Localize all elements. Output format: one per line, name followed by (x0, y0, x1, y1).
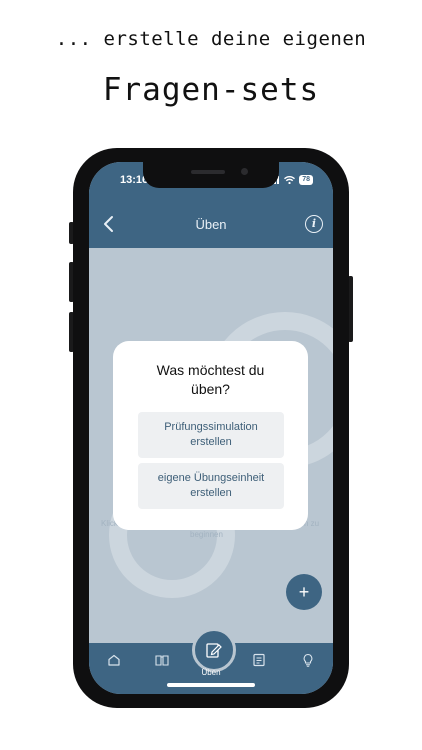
home-icon[interactable] (106, 652, 122, 668)
pencil-icon (206, 643, 222, 658)
practice-nav-button[interactable] (192, 628, 236, 672)
dialog-title-line-2: üben? (191, 381, 230, 397)
info-icon[interactable]: i (305, 215, 323, 233)
add-button[interactable]: + (286, 574, 322, 610)
custom-practice-button[interactable]: eigene Übungseinheit erstellen (138, 463, 284, 509)
dialog-title: Was möchtest du üben? (113, 361, 308, 399)
notch-camera (241, 168, 248, 175)
wifi-icon (284, 176, 296, 184)
document-icon[interactable] (251, 652, 267, 668)
hint-text-bottom: beginnen (190, 530, 223, 539)
page-title: Üben (195, 217, 227, 232)
lightbulb-icon[interactable] (300, 652, 316, 668)
custom-practice-label-1: eigene Übungseinheit (157, 472, 265, 484)
phone-notch (143, 162, 279, 188)
custom-practice-label-2: erstellen (190, 487, 232, 499)
nav-active-label: Üben (201, 668, 221, 677)
phone-screen: 13:16 78 Üben i Klick n zu beginnen Was … (89, 162, 333, 694)
exam-simulation-label-2: erstellen (190, 436, 232, 448)
book-icon[interactable] (154, 652, 170, 668)
exam-simulation-button[interactable]: Prüfungssimulation erstellen (138, 412, 284, 458)
dialog-title-line-1: Was möchtest du (156, 362, 265, 378)
promo-line-1: ... erstelle deine eigenen (55, 28, 367, 50)
practice-choice-dialog: Was möchtest du üben? Prüfungssimulation… (113, 341, 308, 530)
exam-simulation-label-1: Prüfungssimulation (164, 421, 258, 433)
notch-speaker (191, 170, 225, 174)
battery-indicator: 78 (299, 175, 313, 185)
promo-line-2: Fragen-sets (102, 72, 320, 108)
home-indicator (167, 683, 255, 687)
